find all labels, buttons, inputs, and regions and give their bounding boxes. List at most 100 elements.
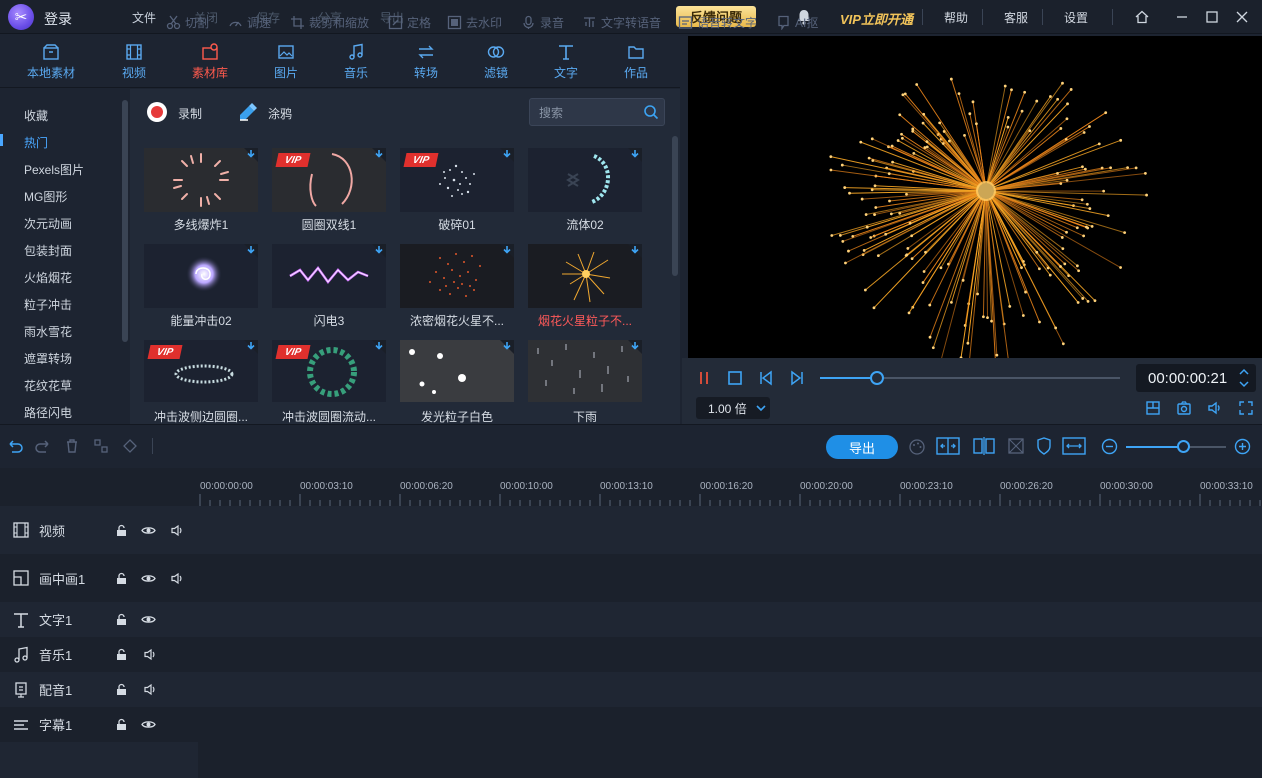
material-thumb[interactable]: [144, 244, 258, 308]
material-thumb[interactable]: [528, 340, 642, 402]
zoom-knob[interactable]: [1177, 440, 1190, 453]
shield-icon[interactable]: [1036, 437, 1052, 455]
track-lane[interactable]: [198, 506, 1262, 554]
eye-icon[interactable]: [141, 523, 156, 538]
volume-icon[interactable]: [170, 571, 185, 586]
lock-icon[interactable]: [114, 682, 129, 697]
timeline-tracks[interactable]: [198, 506, 1262, 778]
snapshot-icon[interactable]: [1176, 400, 1192, 416]
progress-knob[interactable]: [870, 371, 884, 385]
keyframe-icon[interactable]: [122, 438, 138, 454]
volume-icon[interactable]: [170, 523, 185, 538]
material-thumb[interactable]: [400, 244, 514, 308]
track-header-video[interactable]: 视频: [0, 506, 198, 554]
category-item[interactable]: 火焰烟花: [24, 269, 72, 286]
tool-local-material[interactable]: 本地素材: [18, 35, 84, 88]
tool-material-library[interactable]: 素材库: [180, 35, 240, 88]
settings-link[interactable]: 设置: [1064, 9, 1088, 26]
maximize-icon[interactable]: [1202, 7, 1222, 27]
track-header-dubbing[interactable]: 配音1: [0, 672, 198, 707]
doodle-button[interactable]: 涂鸦: [268, 105, 292, 122]
lock-icon[interactable]: [114, 571, 129, 586]
delete-icon[interactable]: [64, 438, 80, 454]
material-thumb[interactable]: [528, 244, 642, 308]
record-audio-tool[interactable]: 录音: [521, 14, 564, 31]
download-icon[interactable]: [630, 149, 640, 159]
layout-icon[interactable]: [1145, 400, 1161, 416]
download-icon[interactable]: [630, 245, 640, 255]
download-icon[interactable]: [246, 245, 256, 255]
ai-matting-tool[interactable]: AI抠: [776, 14, 818, 31]
category-item[interactable]: 次元动画: [24, 215, 72, 232]
tool-image[interactable]: 图片: [258, 35, 314, 88]
lock-icon[interactable]: [114, 523, 129, 538]
speed-tool[interactable]: 调速: [228, 14, 271, 31]
undo-icon[interactable]: [6, 438, 24, 454]
track-header-subtitle[interactable]: 字幕1: [0, 707, 198, 742]
download-icon[interactable]: [502, 341, 512, 351]
speech-to-text-tool[interactable]: 语音转文字: [678, 14, 757, 31]
minimize-icon[interactable]: [1172, 7, 1192, 27]
category-scrollbar[interactable]: [122, 100, 128, 342]
fit-timeline-icon[interactable]: [1062, 436, 1086, 456]
category-item[interactable]: 花纹花草: [24, 377, 72, 394]
material-thumb[interactable]: [272, 244, 386, 308]
close-icon[interactable]: [1232, 7, 1252, 27]
volume-icon[interactable]: [143, 682, 158, 697]
category-item[interactable]: MG图形: [24, 188, 67, 205]
group-icon[interactable]: [93, 438, 109, 454]
zoom-out-icon[interactable]: [1101, 438, 1118, 455]
volume-icon[interactable]: [1207, 400, 1223, 416]
home-icon[interactable]: [1132, 7, 1152, 27]
eye-icon[interactable]: [141, 717, 156, 732]
tool-transition[interactable]: 转场: [398, 35, 454, 88]
category-item[interactable]: 路径闪电: [24, 404, 72, 421]
crop-zoom-tool[interactable]: 裁剪和缩放: [290, 14, 369, 31]
previous-frame-icon[interactable]: [758, 370, 774, 386]
split-screen-icon[interactable]: [936, 436, 960, 456]
eye-icon[interactable]: [141, 612, 156, 627]
fullscreen-icon[interactable]: [1238, 400, 1254, 416]
category-item[interactable]: Pexels图片: [24, 161, 84, 178]
tool-video[interactable]: 视频: [106, 35, 162, 88]
track-lane[interactable]: [198, 554, 1262, 602]
category-item[interactable]: 遮罩转场: [24, 350, 72, 367]
material-thumb[interactable]: VIP: [272, 148, 386, 212]
lock-icon[interactable]: [114, 647, 129, 662]
track-header-music[interactable]: 音乐1: [0, 637, 198, 672]
mosaic-icon[interactable]: [1007, 437, 1025, 455]
tool-text[interactable]: 文字: [538, 35, 594, 88]
freeze-frame-tool[interactable]: 定格: [388, 14, 431, 31]
category-item[interactable]: 雨水雪花: [24, 323, 72, 340]
cut-tool[interactable]: 切割: [166, 14, 209, 31]
vip-upgrade-link[interactable]: VIP立即开通: [840, 9, 913, 28]
category-item[interactable]: 收藏: [24, 107, 48, 124]
track-header-pip[interactable]: 画中画1: [0, 554, 198, 602]
material-thumb[interactable]: [400, 340, 514, 402]
track-lane[interactable]: [198, 602, 1262, 637]
tool-music[interactable]: 音乐: [328, 35, 384, 88]
material-thumb[interactable]: VIP: [144, 340, 258, 402]
tool-works[interactable]: 作品: [608, 35, 664, 88]
help-link[interactable]: 帮助: [944, 9, 968, 26]
eye-icon[interactable]: [141, 571, 156, 586]
download-icon[interactable]: [246, 149, 256, 159]
login-link[interactable]: 登录: [44, 9, 72, 29]
service-link[interactable]: 客服: [1004, 9, 1028, 26]
menu-file[interactable]: 文件: [132, 9, 156, 26]
mirror-icon[interactable]: [972, 436, 996, 456]
download-icon[interactable]: [374, 245, 384, 255]
zoom-in-icon[interactable]: [1234, 438, 1251, 455]
record-icon[interactable]: [147, 102, 167, 122]
volume-icon[interactable]: [143, 647, 158, 662]
category-item[interactable]: 热门: [24, 134, 48, 151]
track-header-text[interactable]: 文字1: [0, 602, 198, 637]
record-button[interactable]: 录制: [178, 105, 202, 122]
tool-filter[interactable]: 滤镜: [468, 35, 524, 88]
track-lane[interactable]: [198, 707, 1262, 742]
remove-watermark-tool[interactable]: 去水印: [447, 14, 502, 31]
download-icon[interactable]: [502, 245, 512, 255]
material-thumb[interactable]: [144, 148, 258, 212]
category-item[interactable]: 包装封面: [24, 242, 72, 259]
material-thumb[interactable]: [528, 148, 642, 212]
